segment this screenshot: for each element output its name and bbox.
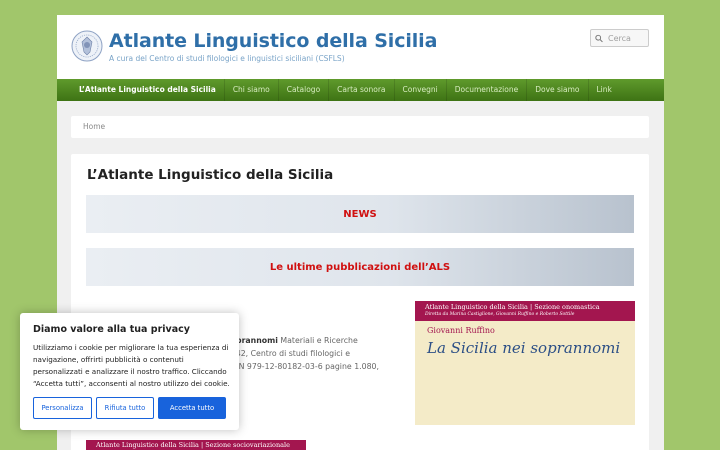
book-cover-soprannomi[interactable]: Atlante Linguistico della Sicilia | Sezi… [415, 301, 635, 425]
search-input[interactable] [608, 33, 648, 43]
crest-icon[interactable] [71, 30, 103, 62]
book-series-band: Atlante Linguistico della Sicilia | Sezi… [86, 440, 306, 450]
nav-item-chi-siamo[interactable]: Chi siamo [223, 79, 278, 101]
reject-all-button[interactable]: Rifiuta tutto [96, 397, 154, 419]
book-author: Giovanni Ruffino [427, 326, 495, 335]
site-description: A cura del Centro di studi filologici e … [109, 54, 345, 63]
nav-item-dove-siamo[interactable]: Dove siamo [526, 79, 587, 101]
book-cover-sociovariazionale[interactable]: Atlante Linguistico della Sicilia | Sezi… [86, 440, 306, 450]
page-title: L’Atlante Linguistico della Sicilia [87, 167, 334, 183]
nav-item-atlante[interactable]: L’Atlante Linguistico della Sicilia [71, 79, 224, 101]
publication-series: Materiali e Ricerche [277, 336, 358, 345]
nav-item-documentazione[interactable]: Documentazione [445, 79, 526, 101]
breadcrumb-home[interactable]: Home [83, 122, 105, 131]
accept-all-button[interactable]: Accetta tutto [158, 397, 226, 419]
cookie-consent-banner: Diamo valore alla tua privacy Utilizziam… [20, 313, 239, 430]
site-header: Atlante Linguistico della Sicilia A cura… [57, 15, 664, 79]
site-title[interactable]: Atlante Linguistico della Sicilia [109, 30, 437, 52]
book-series: Atlante Linguistico della Sicilia | Sezi… [425, 303, 600, 311]
book-title: La Sicilia nei soprannomi [427, 339, 621, 357]
cookie-title: Diamo valore alla tua privacy [33, 324, 190, 335]
customize-button[interactable]: Personalizza [33, 397, 92, 419]
nav-item-convegni[interactable]: Convegni [393, 79, 446, 101]
search-box[interactable] [590, 29, 649, 47]
book-series: Atlante Linguistico della Sicilia | Sezi… [96, 441, 290, 449]
book-editors: Diretta da Marina Castiglione, Giovanni … [425, 312, 575, 317]
nav-item-catalogo[interactable]: Catalogo [277, 79, 328, 101]
news-banner: NEWS [86, 195, 634, 233]
cookie-text: Utilizziamo i cookie per migliorare la t… [33, 343, 230, 388]
publications-banner: Le ultime pubblicazioni dell’ALS [86, 248, 634, 286]
nav-item-carta-sonora[interactable]: Carta sonora [328, 79, 393, 101]
search-icon [595, 34, 603, 42]
nav-item-link[interactable]: Link [587, 79, 620, 101]
main-nav: L’Atlante Linguistico della Sicilia Chi … [57, 79, 664, 101]
book-series-band: Atlante Linguistico della Sicilia | Sezi… [415, 301, 635, 321]
breadcrumb: Home [71, 116, 649, 138]
